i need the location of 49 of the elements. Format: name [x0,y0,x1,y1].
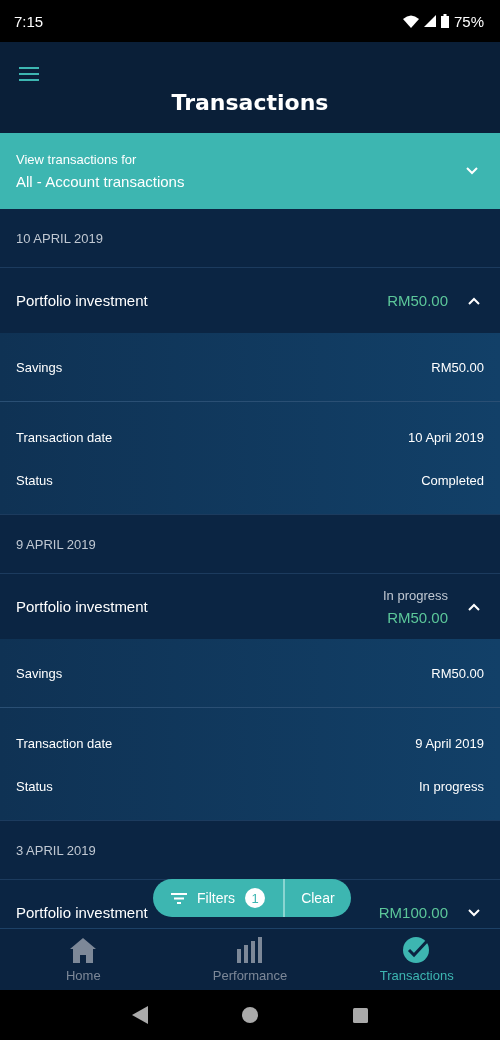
detail-value: 9 April 2019 [415,736,484,751]
detail-label: Savings [16,665,63,681]
chevron-down-icon [466,167,478,175]
dropdown-label: View transactions for [16,152,138,167]
detail-label: Status [16,779,53,794]
chevron-up-icon[interactable] [468,296,480,305]
detail-label: Transaction date [16,430,113,445]
check-circle-icon [402,936,431,963]
battery-level: 75% [453,12,484,30]
transaction-title: Portfolio investment [16,598,148,615]
bar-chart-icon [237,936,263,963]
nav-tab[interactable]: Transactions [333,929,500,990]
clear-button[interactable]: Clear [283,879,351,917]
account-dropdown[interactable]: View transactions for All - Account transactions [0,133,500,209]
detail-label: Status [16,473,53,488]
transaction-title: Portfolio investment [16,292,148,309]
detail-value: RM50.00 [431,359,484,375]
chevron-down-icon[interactable] [468,908,480,917]
detail-value: 10 April 2019 [408,430,484,445]
date-heading: 9 APRIL 2019 [16,536,96,552]
nav-tab[interactable]: Performance [166,929,334,990]
date-heading: 10 APRIL 2019 [16,230,103,246]
count-badge: 1 [245,888,266,908]
detail-value: Completed [421,473,484,488]
clock-time: 7:15 [14,12,44,30]
detail-value: In progress [418,779,484,794]
detail-label: Savings [16,359,63,375]
transaction-title: Portfolio investment [16,904,148,921]
transaction-amount: RM50.00 [387,608,448,626]
chevron-up-icon[interactable] [468,602,480,611]
battery-icon [440,14,449,28]
signal-icon [423,15,436,27]
nav-tab[interactable]: Home [0,929,167,990]
status-note: In progress [382,587,448,603]
date-heading: 3 APRIL 2019 [16,842,96,858]
page-title: Transactions [171,90,329,115]
back-icon[interactable] [132,1006,149,1024]
house-icon [69,936,98,963]
menu-icon[interactable] [19,67,39,81]
wifi-icon [402,14,419,28]
filter-icon [171,892,187,904]
home-circle-icon[interactable] [242,1007,259,1023]
transaction-amount: RM50.00 [387,292,448,309]
recents-icon[interactable] [352,1007,368,1023]
filters-button[interactable]: Filters 1 [153,879,284,917]
detail-value: RM50.00 [431,665,484,681]
dropdown-value: All - Account transactions [16,173,185,190]
detail-label: Transaction date [16,736,113,751]
transaction-amount: RM100.00 [378,904,448,921]
